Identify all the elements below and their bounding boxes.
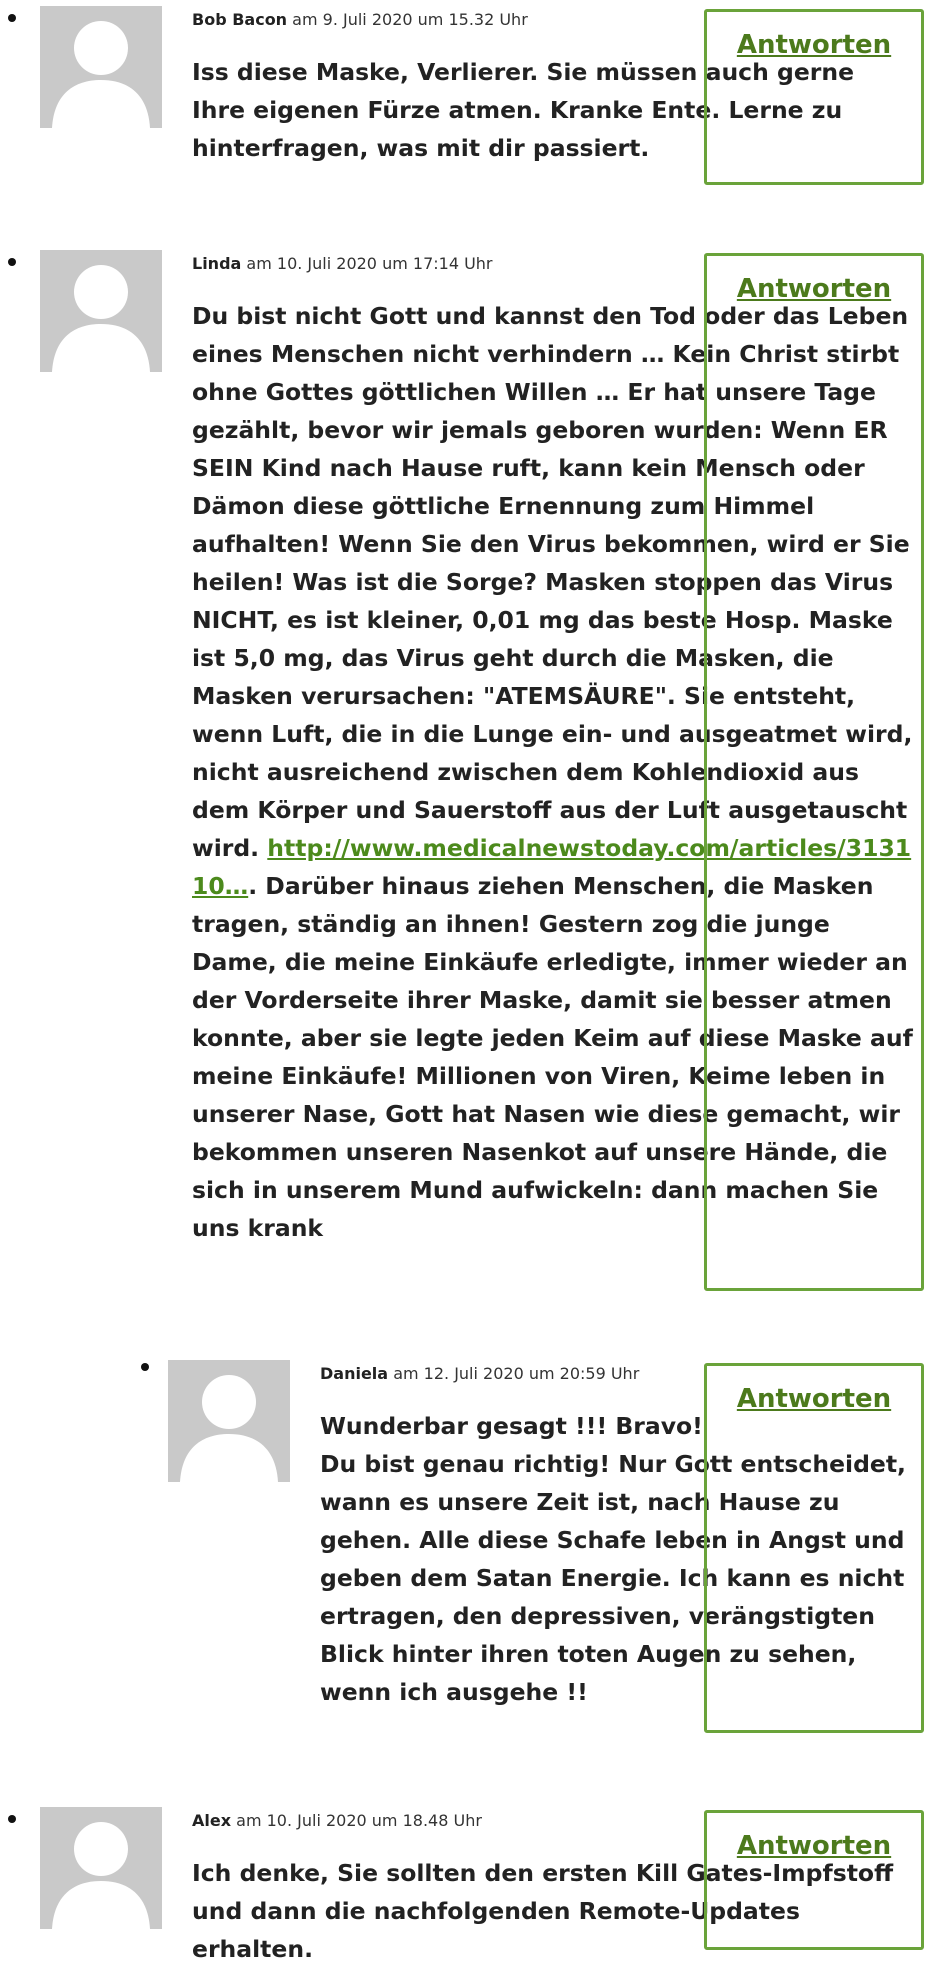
reply-button[interactable]: Antworten — [704, 1363, 924, 1733]
list-bullet — [8, 1815, 16, 1823]
comment-date: am 10. Juli 2020 um 18.48 Uhr — [236, 1811, 482, 1830]
reply-button[interactable]: Antworten — [704, 1810, 924, 1950]
avatar — [40, 250, 162, 372]
list-bullet — [141, 1363, 149, 1371]
comment-author[interactable]: Bob Bacon — [192, 10, 287, 29]
comment-meta: Alex am 10. Juli 2020 um 18.48 Uhr — [192, 1810, 482, 1832]
reply-link[interactable]: Antworten — [707, 30, 921, 60]
comment-author[interactable]: Linda — [192, 254, 241, 273]
reply-button[interactable]: Antworten — [704, 253, 924, 1291]
avatar — [40, 6, 162, 128]
reply-link[interactable]: Antworten — [707, 274, 921, 304]
default-avatar-icon — [40, 250, 162, 372]
comment-meta: Bob Bacon am 9. Juli 2020 um 15.32 Uhr — [192, 9, 528, 31]
list-bullet — [8, 14, 16, 22]
reply-button[interactable]: Antworten — [704, 9, 924, 185]
comment-meta: Daniela am 12. Juli 2020 um 20:59 Uhr — [320, 1363, 639, 1385]
comment-meta: Linda am 10. Juli 2020 um 17:14 Uhr — [192, 253, 493, 275]
default-avatar-icon — [168, 1360, 290, 1482]
default-avatar-icon — [40, 1807, 162, 1929]
reply-link[interactable]: Antworten — [707, 1831, 921, 1861]
comment-author[interactable]: Alex — [192, 1811, 231, 1830]
default-avatar-icon — [40, 6, 162, 128]
avatar — [168, 1360, 290, 1482]
list-bullet — [8, 258, 16, 266]
reply-link[interactable]: Antworten — [707, 1384, 921, 1414]
avatar — [40, 1807, 162, 1929]
comment-author[interactable]: Daniela — [320, 1364, 388, 1383]
comment-date: am 10. Juli 2020 um 17:14 Uhr — [246, 254, 493, 273]
comment-date: am 12. Juli 2020 um 20:59 Uhr — [393, 1364, 640, 1383]
comment-date: am 9. Juli 2020 um 15.32 Uhr — [292, 10, 528, 29]
